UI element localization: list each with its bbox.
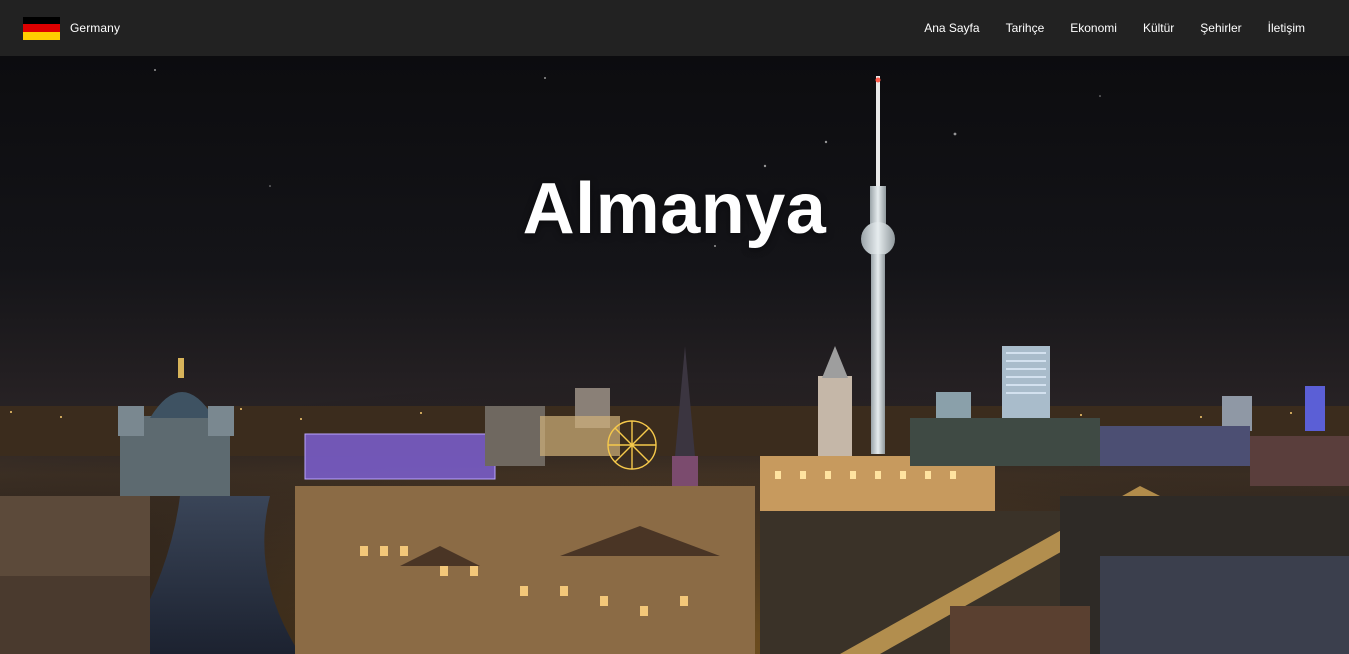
berlin-skyline-image	[0, 69, 1349, 654]
brand-link[interactable]: Germany	[23, 16, 121, 40]
nav-item-cities: Şehirler	[1200, 19, 1241, 37]
nav-item-history: Tarihçe	[1006, 19, 1045, 37]
nav-item-economy: Ekonomi	[1070, 19, 1117, 37]
flag-stripe-black	[23, 16, 60, 25]
top-navbar: Germany Ana Sayfa Tarihçe Ekonomi Kültür…	[0, 0, 1349, 56]
hero-title: Almanya	[522, 169, 827, 249]
germany-flag-icon	[23, 16, 60, 40]
flag-stripe-gold	[23, 31, 60, 40]
nav-link-culture[interactable]: Kültür	[1143, 21, 1174, 35]
nav-item-home: Ana Sayfa	[924, 19, 979, 37]
nav-link-home[interactable]: Ana Sayfa	[924, 21, 979, 35]
brand-name: Germany	[70, 21, 121, 35]
nav-item-contact: İletişim	[1268, 19, 1305, 37]
hero-section: Almanya	[0, 56, 1349, 654]
flag-stripe-red	[23, 24, 60, 32]
nav-link-cities[interactable]: Şehirler	[1200, 21, 1241, 35]
nav-link-contact[interactable]: İletişim	[1268, 21, 1305, 35]
nav-link-economy[interactable]: Ekonomi	[1070, 21, 1117, 35]
nav-menu: Ana Sayfa Tarihçe Ekonomi Kültür Şehirle…	[898, 19, 1305, 37]
nav-item-culture: Kültür	[1143, 19, 1174, 37]
nav-link-history[interactable]: Tarihçe	[1006, 21, 1045, 35]
